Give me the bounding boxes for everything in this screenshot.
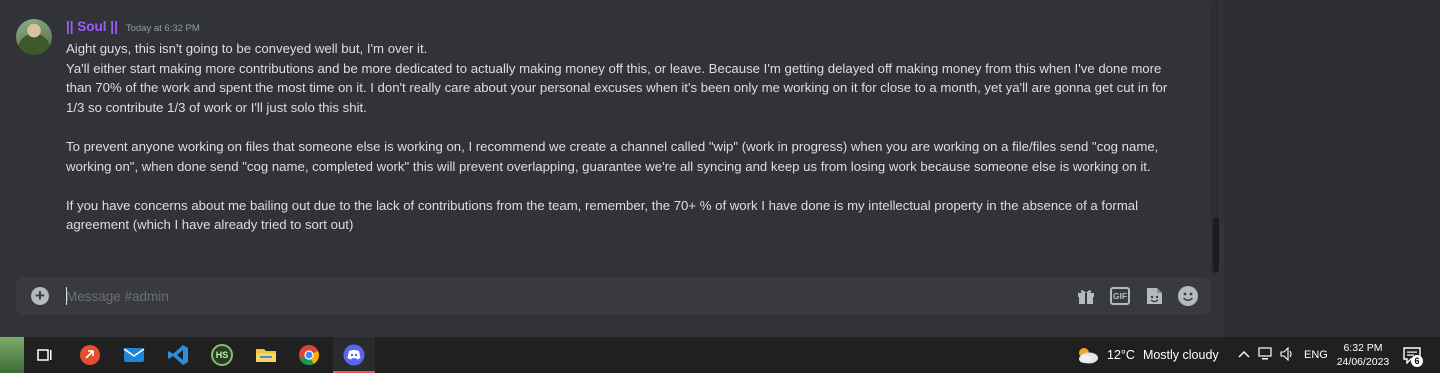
chrome-icon[interactable] — [298, 344, 320, 366]
volume-icon[interactable] — [1280, 347, 1296, 361]
sticker-icon[interactable] — [1144, 287, 1164, 305]
clock-time: 6:32 PM — [1343, 342, 1383, 354]
language-indicator[interactable]: ENG — [1304, 349, 1328, 361]
message-composer: + GIF — [16, 277, 1211, 315]
message-line: Aight guys, this isn't going to be conve… — [66, 41, 428, 56]
cloudy-weather-icon — [1079, 348, 1098, 364]
clock[interactable]: 6:32 PM 24/06/2023 — [1333, 341, 1393, 369]
mail-icon[interactable] — [123, 344, 145, 366]
clock-date: 24/06/2023 — [1336, 356, 1390, 368]
hs-icon[interactable]: HS — [211, 344, 233, 366]
chevron-up-icon[interactable] — [1238, 349, 1250, 359]
task-view-icon[interactable] — [33, 344, 55, 366]
message-input[interactable] — [66, 277, 1046, 315]
taskbar: HS 12°C Mostly cloudy ENG 6:32 PM 24/06/… — [0, 337, 1440, 373]
timestamp: Today at 6:32 PM — [125, 23, 200, 34]
app-red-icon[interactable] — [79, 344, 101, 366]
gif-icon[interactable]: GIF — [1110, 287, 1130, 305]
start-button-thumbnail[interactable] — [0, 337, 24, 373]
vscode-icon[interactable] — [167, 344, 189, 366]
emoji-icon[interactable] — [1178, 286, 1198, 306]
username[interactable]: || Soul || — [66, 19, 118, 34]
right-panel — [1224, 0, 1440, 337]
notification-badge: 6 — [1411, 355, 1423, 367]
plus-circle-icon[interactable]: + — [31, 287, 49, 305]
scrollbar-thumb[interactable] — [1213, 218, 1219, 272]
message-paragraph: Ya'll either start making more contribut… — [66, 60, 1168, 115]
message-body: Aight guys, this isn't going to be conve… — [66, 39, 1176, 235]
network-icon[interactable] — [1258, 347, 1274, 361]
weather-temperature: 12°C — [1107, 348, 1135, 362]
weather-widget[interactable]: 12°C Mostly cloudy — [1075, 345, 1219, 365]
gift-icon[interactable] — [1076, 287, 1096, 305]
discord-icon[interactable] — [343, 344, 365, 366]
avatar[interactable] — [16, 19, 52, 55]
chat-area: || Soul || Today at 6:32 PM Aight guys, … — [0, 0, 1224, 337]
message-header: || Soul || Today at 6:32 PM — [66, 19, 200, 39]
message-paragraph: If you have concerns about me bailing ou… — [66, 197, 1139, 233]
weather-condition: Mostly cloudy — [1142, 348, 1219, 362]
file-explorer-icon[interactable] — [255, 344, 277, 366]
message-paragraph: To prevent anyone working on files that … — [66, 138, 1159, 174]
